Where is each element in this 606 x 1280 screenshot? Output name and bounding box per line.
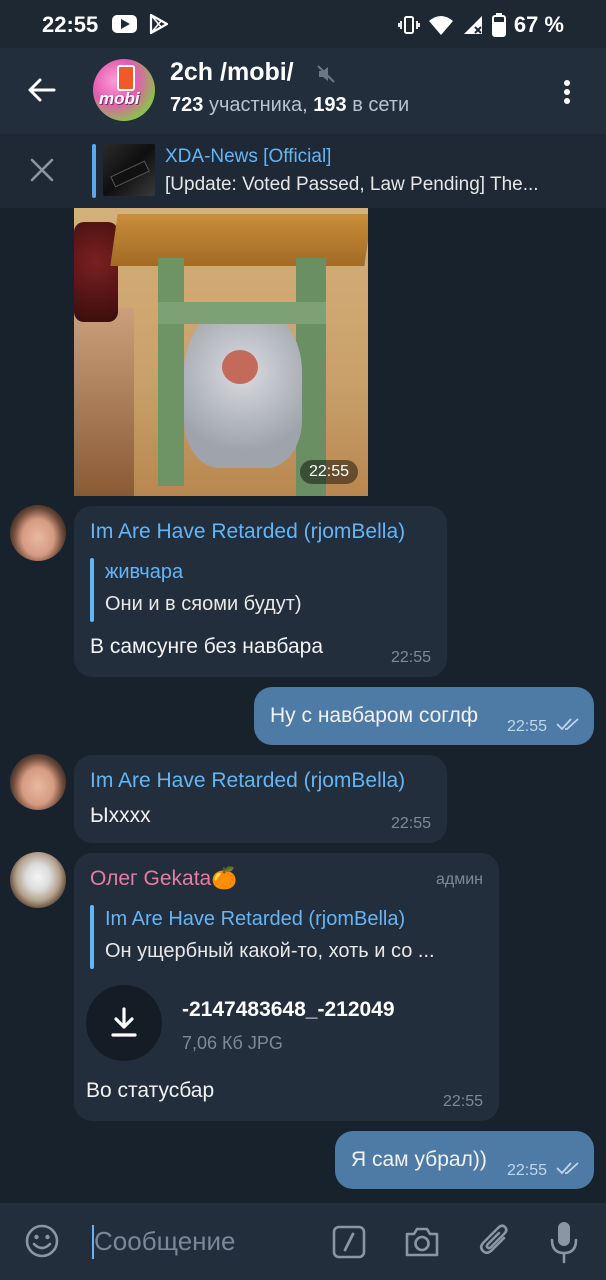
- admin-badge: админ: [435, 871, 483, 888]
- wifi-icon: [428, 16, 453, 35]
- youtube-icon: [112, 15, 137, 33]
- pinned-text: [Update: Voted Passed, Law Pending] The.…: [165, 174, 539, 195]
- message-text: Я сам убрал)): [351, 1148, 487, 1171]
- reply-text: Они и в сяоми будут): [105, 593, 302, 615]
- avatar[interactable]: [10, 852, 66, 908]
- battery-icon: [491, 13, 506, 37]
- incoming-message[interactable]: Im Are Have Retarded (rjomBella) Ыхххх 2…: [74, 755, 447, 843]
- message-time: 22:55: [390, 815, 431, 832]
- reply-name: Im Are Have Retarded (rjomBella): [105, 908, 406, 930]
- download-icon: [111, 1007, 137, 1037]
- back-arrow-icon[interactable]: [24, 72, 60, 108]
- sender-name[interactable]: Олег Gekata🍊: [90, 867, 237, 891]
- message-text: В самсунге без навбара: [90, 635, 324, 658]
- chat-avatar-text: mobi: [99, 89, 140, 108]
- avatar[interactable]: [10, 505, 66, 561]
- emoji-icon[interactable]: [24, 1223, 60, 1259]
- message-text: Ну с навбаром соглф: [270, 704, 479, 727]
- bot-commands-icon[interactable]: [332, 1225, 366, 1259]
- close-icon[interactable]: [28, 156, 56, 184]
- incoming-message[interactable]: Олег Gekata🍊 админ Im Are Have Retarded …: [74, 853, 499, 1121]
- file-name[interactable]: -2147483648_-212049: [182, 998, 395, 1022]
- battery-logo-icon: [117, 65, 135, 91]
- attach-icon[interactable]: [477, 1221, 513, 1261]
- sender-name[interactable]: Im Are Have Retarded (rjomBella): [90, 520, 405, 544]
- incoming-message[interactable]: Im Are Have Retarded (rjomBella) живчара…: [74, 506, 447, 677]
- sender-name[interactable]: Im Are Have Retarded (rjomBella): [90, 769, 405, 793]
- download-button[interactable]: [86, 985, 162, 1061]
- message-time: 22:55: [442, 1093, 483, 1110]
- read-checkmarks-icon: [556, 718, 579, 731]
- message-text: Во статусбар: [86, 1079, 215, 1102]
- message-input[interactable]: [94, 1221, 314, 1261]
- outgoing-message[interactable]: Ну с навбаром соглф 22:55: [254, 687, 594, 745]
- pinned-title: XDA-News [Official]: [165, 146, 332, 167]
- message-text: Ыхххх: [90, 804, 151, 827]
- reply-name: живчара: [105, 561, 184, 583]
- members-label: участника,: [208, 94, 308, 116]
- online-count: 193: [313, 94, 347, 116]
- muted-icon: [317, 65, 335, 83]
- cat-photo: [184, 308, 302, 468]
- play-store-icon: [149, 13, 169, 35]
- avatar[interactable]: [10, 754, 66, 810]
- reply-accent-bar: [90, 905, 94, 969]
- members-count: 723: [170, 94, 204, 116]
- status-right: 67 %: [397, 12, 564, 38]
- reply-accent-bar: [90, 558, 94, 622]
- vibrate-icon: [397, 16, 420, 34]
- file-meta: 7,06 Кб JPG: [182, 1033, 283, 1053]
- message-time: 22:55: [390, 649, 431, 666]
- chat-avatar[interactable]: mobi: [93, 59, 155, 121]
- chat-header: mobi 2ch /mobi/ 723 участника, 193 в сет…: [0, 48, 606, 134]
- read-checkmarks-icon: [556, 1162, 579, 1175]
- signal-icon: [463, 16, 482, 34]
- battery-percent: 67 %: [513, 12, 564, 37]
- chat-subtitle: 723 участника, 193 в сети: [170, 94, 409, 117]
- message-composer: [0, 1203, 606, 1280]
- more-options-icon[interactable]: [556, 76, 578, 108]
- microphone-icon[interactable]: [549, 1220, 579, 1264]
- photo-time: 22:55: [299, 460, 358, 484]
- online-label: в сети: [352, 94, 410, 116]
- status-bar: 22:55 67 %: [0, 0, 606, 48]
- chat-messages[interactable]: 22:55 Im Are Have Retarded (rjomBella) ж…: [0, 208, 606, 1203]
- camera-icon[interactable]: [403, 1224, 441, 1260]
- reply-text: Он ущербный какой-то, хоть и со ...: [105, 940, 435, 962]
- pinned-thumbnail: [103, 144, 155, 196]
- chat-title[interactable]: 2ch /mobi/: [170, 58, 294, 87]
- photo-message[interactable]: 22:55: [74, 208, 368, 496]
- message-time: 22:55: [507, 718, 548, 735]
- pinned-message-bar[interactable]: XDA-News [Official] [Update: Voted Passe…: [0, 134, 606, 208]
- pinned-accent-bar: [92, 144, 96, 198]
- outgoing-message[interactable]: Я сам убрал)) 22:55: [335, 1131, 594, 1189]
- status-time: 22:55: [42, 12, 99, 37]
- message-time: 22:55: [507, 1162, 548, 1179]
